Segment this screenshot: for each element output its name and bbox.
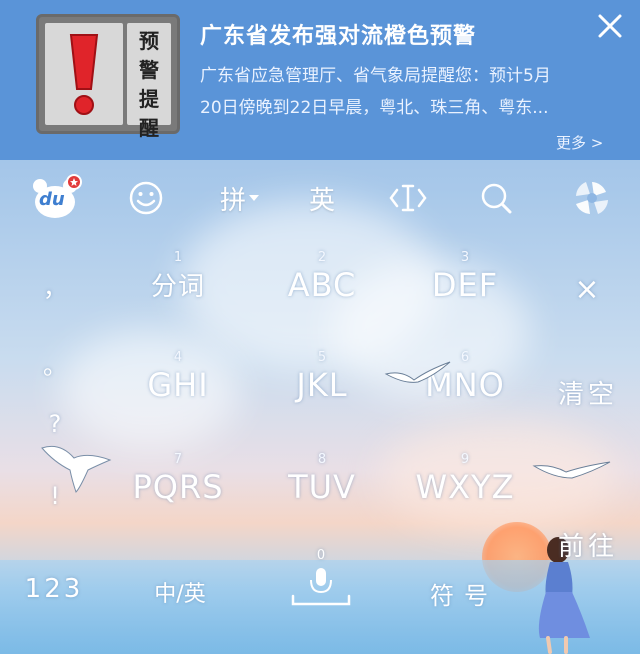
pinyin-label: 拼 [219,185,246,216]
key-8[interactable]: 8 TUV [262,452,382,506]
key-3[interactable]: 3 DEF [405,250,525,304]
symbols-key[interactable]: 符号 [424,576,504,611]
key-2[interactable]: 2 ABC [262,250,382,304]
banner-title: 广东省发布强对流橙色预警 [200,24,477,49]
question-key[interactable]: ? [30,410,80,438]
english-mode-button[interactable]: 英 [300,176,344,220]
badge-text: 预 警 提 醒 [127,23,171,140]
key-label: PQRS [132,468,224,506]
key-7[interactable]: 7 PQRS [118,452,238,506]
key-label: WXYZ [415,468,515,506]
delete-key[interactable]: × [562,272,612,307]
go-key[interactable]: 前往 [548,526,628,563]
key-1[interactable]: 1 分词 [118,250,238,303]
badge-char: 警 [139,58,159,82]
key-number: 7 [173,452,183,467]
key-5[interactable]: 5 JKL [262,350,382,404]
badge-char: 预 [139,29,159,53]
cursor-button[interactable] [386,176,430,220]
badge-char: 醒 [139,116,159,140]
key-number: 9 [460,452,470,467]
clear-key[interactable]: 清空 [548,374,628,411]
search-icon [481,183,512,214]
key-number: 1 [173,250,183,265]
key-number: 2 [317,250,327,265]
numbers-key[interactable]: 123 [22,574,86,604]
du-logo-text: du [39,189,65,210]
swirl-logo-icon [576,182,608,214]
swirl-logo-button[interactable] [568,176,616,220]
key-label: TUV [288,468,356,506]
search-button[interactable] [474,176,518,220]
lang-switch-key[interactable]: 中/英 [142,576,218,608]
microphone-icon [291,568,351,606]
caret-down-icon [249,195,259,201]
key-4[interactable]: 4 GHI [118,350,238,404]
banner-body-line: 20日傍晚到22日早晨，粤北、珠三角、粤东... [200,98,549,118]
warning-badge: 预 警 提 醒 [36,14,180,140]
exclamation-icon [45,23,123,125]
space-number: 0 [316,548,326,563]
key-9[interactable]: 9 WXYZ [405,452,525,506]
key-label: ABC [287,266,357,304]
text-cursor-icon [389,184,427,212]
more-link[interactable]: 更多 > [556,132,603,153]
key-number: 4 [173,350,183,365]
seagull-decoration [532,461,611,479]
seagull-decoration [41,445,112,493]
warning-notification-banner[interactable]: 预 警 提 醒 广东省发布强对流橙色预警 广东省应急管理厅、省气象局提醒您：预计… [0,0,640,160]
emoji-button[interactable] [126,176,166,220]
english-label: 英 [308,185,335,216]
key-number: 3 [460,250,470,265]
smiley-icon [129,181,163,215]
badge-char: 提 [139,87,159,111]
key-label: GHI [147,366,209,404]
key-label: DEF [431,266,499,304]
key-number: 5 [317,350,327,365]
comma-key[interactable]: ， [30,268,80,303]
key-label: JKL [296,366,348,404]
du-logo-button[interactable]: du [30,174,86,220]
banner-body: 广东省应急管理厅、省气象局提醒您：预计5月 20日傍晚到22日早晨，粤北、珠三角… [200,60,610,124]
banner-body-line: 广东省应急管理厅、省气象局提醒您：预计5月 [200,66,551,86]
close-icon[interactable] [596,12,624,40]
key-number: 8 [317,452,327,467]
period-key[interactable]: 。 [30,346,80,381]
key-label: 分词 [150,272,205,302]
seagull-decoration [384,361,451,383]
pinyin-mode-button[interactable]: 拼 [212,176,268,220]
space-key[interactable]: 0 [290,548,352,612]
